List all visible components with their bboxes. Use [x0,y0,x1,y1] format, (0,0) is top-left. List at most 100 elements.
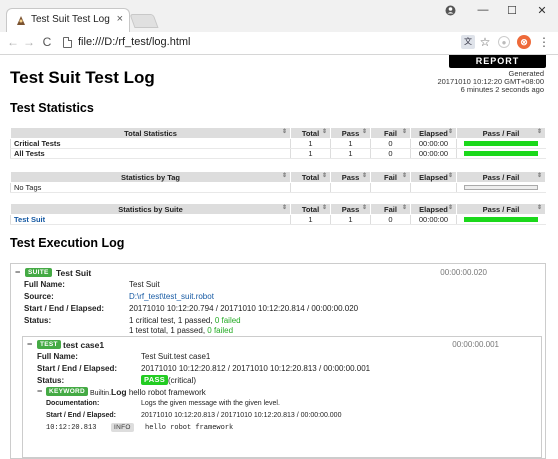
keyword-timing: 20171010 10:12:20.813 / 20171010 10:12:2… [141,412,342,419]
sort-icon: ⇕ [361,205,367,211]
collapse-toggle-icon[interactable]: − [37,387,44,396]
col-pass-fail[interactable]: Pass / Fail ⇕ [456,171,546,183]
stat-pass: 1 [330,138,371,149]
sort-icon: ⇕ [536,129,542,135]
suite-statistics-table: Statistics by Suite ⇕ Total ⇕ Pass ⇕ Fail ⇕ … [10,203,546,225]
browser-tab[interactable]: Test Suit Test Log × [6,8,130,32]
col-fail[interactable]: Fail ⇕ [370,171,411,183]
sort-icon: ⇕ [321,205,327,211]
maximize-icon[interactable]: ☐ [505,4,519,17]
tag-statistics-header[interactable]: Statistics by Tag ⇕ [10,171,291,183]
extension-orange-icon[interactable]: ⊗ [517,35,531,49]
total-statistics-header[interactable]: Total Statistics ⇕ [10,127,291,139]
keyword-title[interactable]: Builtin.Log hello robot framework [90,387,206,397]
sort-icon: ⇕ [361,129,367,135]
stat-pass: 1 [330,214,371,225]
sort-icon: ⇕ [447,129,453,135]
sort-icon: ⇕ [401,205,407,211]
new-tab-button[interactable] [129,14,159,28]
full-name-label: Full Name: [24,280,65,289]
sort-icon: ⇕ [401,129,407,135]
stat-total: 1 [290,214,331,225]
col-total[interactable]: Total ⇕ [290,203,331,215]
suite-statistics-header[interactable]: Statistics by Suite ⇕ [10,203,291,215]
col-elapsed[interactable]: Elapsed ⇕ [410,127,457,139]
stat-total: 1 [290,138,331,149]
stat-elapsed: 00:00:00 [410,138,457,149]
suite-name[interactable]: Test Suit [56,268,91,278]
browser-toolbar: ← → C file:///D:/rf_test/log.html 文 ☆ ● … [0,32,558,55]
col-fail[interactable]: Fail ⇕ [370,203,411,215]
log-page: REPORT Generated 20171010 10:12:20 GMT+0… [0,55,558,459]
tag-statistics-table: Statistics by Tag ⇕ Total ⇕ Pass ⇕ Fail ⇕ El… [10,171,546,193]
sort-icon: ⇕ [536,205,542,211]
timing-label: Start / End / Elapsed: [46,412,117,419]
reload-icon[interactable]: C [40,35,54,49]
sort-icon: ⇕ [321,129,327,135]
col-pass[interactable]: Pass ⇕ [330,127,371,139]
col-fail[interactable]: Fail ⇕ [370,127,411,139]
back-icon[interactable]: ← [6,35,20,49]
stat-name: Critical Tests [10,138,291,149]
sort-icon: ⇕ [281,173,287,179]
sort-icon: ⇕ [536,173,542,179]
status-label: Status: [37,376,65,385]
report-button[interactable]: REPORT [449,55,546,68]
close-window-icon[interactable]: ✕ [535,4,549,17]
col-pass[interactable]: Pass ⇕ [330,203,371,215]
test-elapsed: 00:00:00.001 [452,340,499,349]
stat-fail: 0 [370,138,411,149]
sort-icon: ⇕ [321,173,327,179]
account-icon[interactable] [445,5,456,16]
col-total[interactable]: Total ⇕ [290,171,331,183]
execution-heading: Test Execution Log [10,236,125,250]
test-badge: TEST [37,340,61,349]
source-label: Source: [24,292,54,301]
bookmark-star-icon[interactable]: ☆ [478,35,492,49]
total-statistics-table: Total Statistics ⇕ Total ⇕ Pass ⇕ Fail ⇕ Ela… [10,127,546,159]
pass-badge: PASS [141,375,169,385]
table-row[interactable]: All Tests 1 1 0 00:00:00 [10,148,546,159]
table-row[interactable]: Test Suit 1 1 0 00:00:00 [10,214,546,225]
menu-icon[interactable]: ⋮ [537,35,551,49]
sort-icon: ⇕ [281,205,287,211]
collapse-toggle-icon[interactable]: − [15,268,22,277]
keyword-doc: Logs the given message with the given le… [141,400,280,407]
minimize-icon[interactable]: — [476,4,490,16]
extension-icon[interactable]: ● [498,36,510,48]
stat-total: 1 [290,148,331,159]
sort-icon: ⇕ [281,129,287,135]
status-label: Status: [24,316,52,325]
col-elapsed[interactable]: Elapsed ⇕ [410,203,457,215]
test-name[interactable]: test case1 [63,340,104,350]
suite-link[interactable]: Test Suit [10,214,291,225]
forward-icon[interactable]: → [22,35,36,49]
sort-icon: ⇕ [447,205,453,211]
keyword-badge: KEYWORD [46,387,89,396]
documentation-label: Documentation: [46,400,100,407]
no-tags-text: No Tags [10,182,291,193]
pass-fail-bar [464,141,539,146]
suite-status-line1: 1 critical test, 1 passed, 0 failed [129,316,241,325]
suite-full-name: Test Suit [129,280,160,289]
table-row[interactable]: Critical Tests 1 1 0 00:00:00 [10,138,546,149]
col-pass-fail[interactable]: Pass / Fail ⇕ [456,127,546,139]
col-total[interactable]: Total ⇕ [290,127,331,139]
info-level-badge: INFO [111,423,134,432]
stat-fail: 0 [370,214,411,225]
source-link[interactable]: D:\rf_test\test_suit.robot [129,292,214,301]
col-pass[interactable]: Pass ⇕ [330,171,371,183]
suite-elapsed: 00:00:00.020 [440,268,487,277]
collapse-toggle-icon[interactable]: − [27,340,34,349]
stat-fail: 0 [370,148,411,159]
col-pass-fail[interactable]: Pass / Fail ⇕ [456,203,546,215]
generated-ago: 6 minutes 2 seconds ago [460,85,544,94]
tab-close-icon[interactable]: × [117,13,123,25]
stat-elapsed: 00:00:00 [410,214,457,225]
suite-badge: SUITE [25,268,52,277]
col-elapsed[interactable]: Elapsed ⇕ [410,171,457,183]
address-bar[interactable]: file:///D:/rf_test/log.html [78,36,190,48]
stat-elapsed: 00:00:00 [410,148,457,159]
translate-icon[interactable]: 文 [461,35,475,49]
sort-icon: ⇕ [447,173,453,179]
